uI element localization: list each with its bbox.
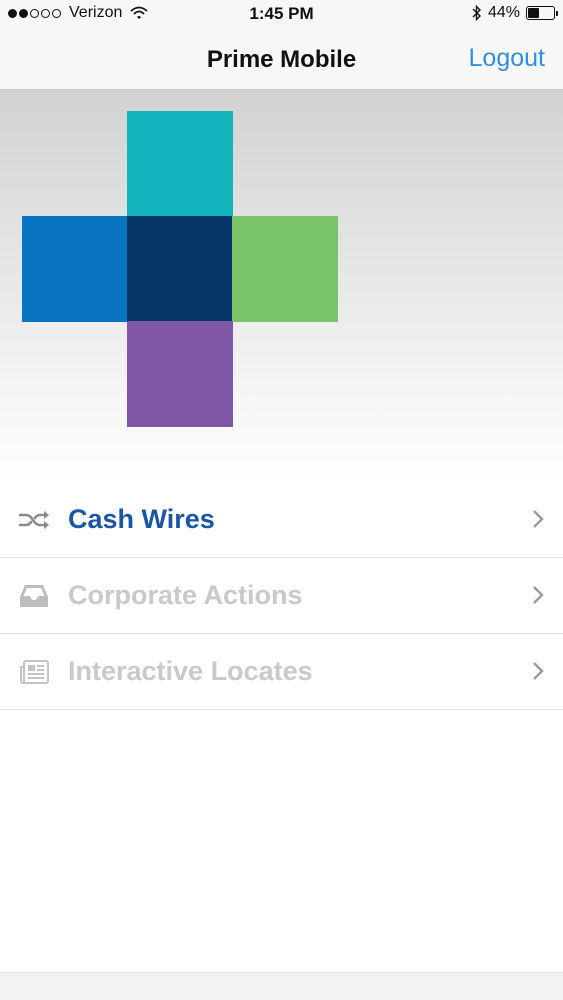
menu-item-cash-wires[interactable]: Cash Wires xyxy=(0,482,563,558)
logo-block-right xyxy=(232,216,338,322)
logo-block-bottom xyxy=(127,321,233,427)
logout-button[interactable]: Logout xyxy=(469,44,545,73)
menu-item-label: Interactive Locates xyxy=(68,656,313,686)
hero-banner xyxy=(0,90,563,480)
status-bar: Verizon 1:45 PM 44% xyxy=(0,0,563,28)
menu-list: Cash Wires Corporate Actions Interactive… xyxy=(0,482,563,710)
logo-block-top xyxy=(127,111,233,217)
status-right: 44% xyxy=(472,4,558,22)
logo-block-center xyxy=(127,216,233,322)
menu-item-label: Corporate Actions xyxy=(68,580,303,610)
newspaper-icon xyxy=(20,660,49,684)
battery-icon xyxy=(526,6,558,20)
app-screen: Verizon 1:45 PM 44% Prime Mobile Logout xyxy=(0,0,563,1000)
menu-item-label: Cash Wires xyxy=(68,504,215,534)
inbox-tray-icon xyxy=(20,585,48,607)
chevron-right-icon xyxy=(533,510,544,528)
bottom-toolbar xyxy=(0,972,563,1000)
menu-item-corporate-actions[interactable]: Corporate Actions xyxy=(0,558,563,634)
battery-fill xyxy=(528,8,539,18)
chevron-right-icon xyxy=(533,586,544,604)
navigation-bar: Prime Mobile Logout xyxy=(0,28,563,90)
chevron-right-icon xyxy=(533,662,544,680)
shuffle-icon xyxy=(18,511,49,529)
bluetooth-icon xyxy=(472,5,481,21)
battery-percent: 44% xyxy=(487,4,520,21)
logo-block-left xyxy=(22,216,128,322)
menu-item-interactive-locates[interactable]: Interactive Locates xyxy=(0,634,563,710)
